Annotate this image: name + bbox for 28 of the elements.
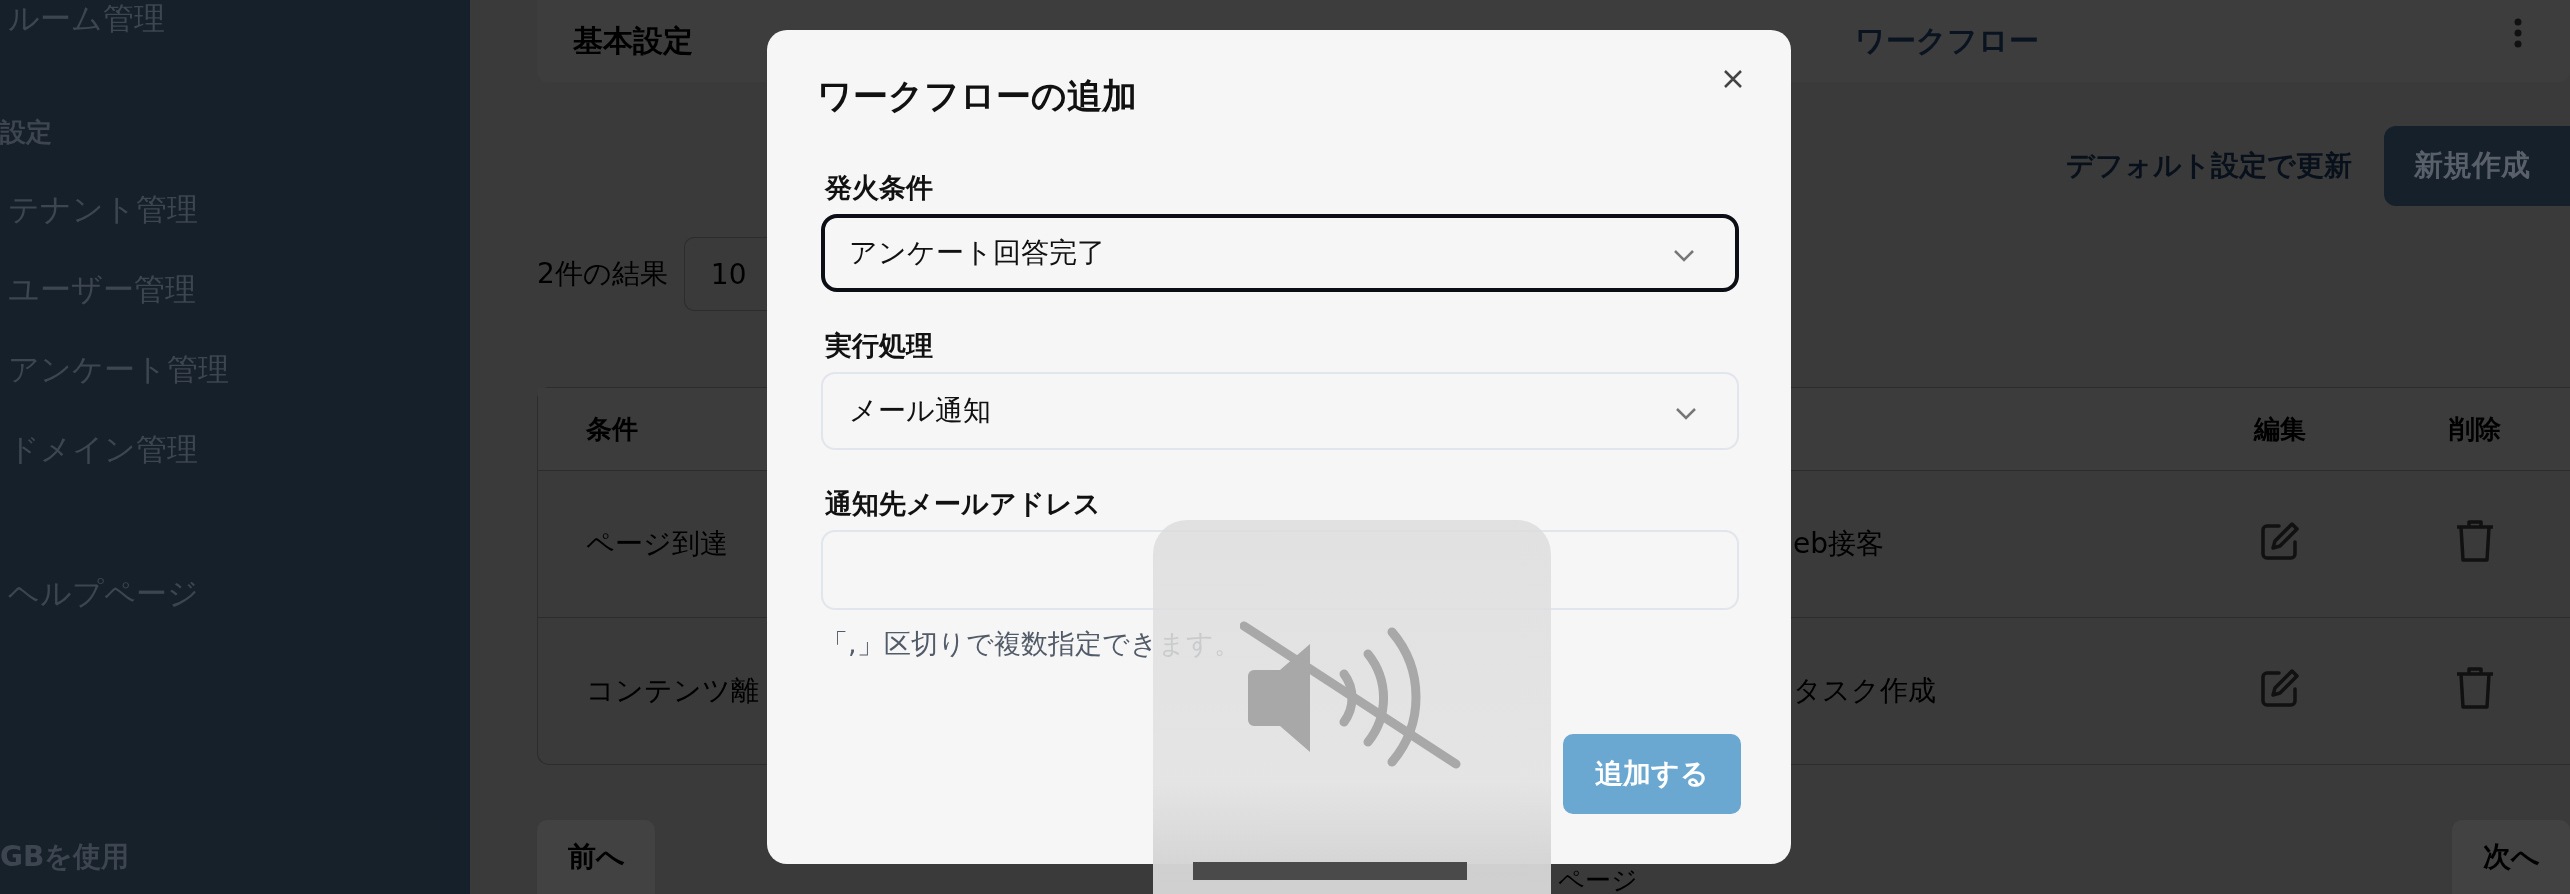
field-label: 通知先メールアドレス bbox=[825, 487, 1102, 521]
chevron-down-icon bbox=[1675, 406, 1697, 421]
trash-icon[interactable] bbox=[2454, 517, 2496, 564]
table-cell: タスク作成 bbox=[1793, 674, 1936, 707]
edit-icon[interactable] bbox=[2259, 519, 2301, 562]
prev-button[interactable]: 前へ bbox=[537, 820, 655, 894]
next-button[interactable]: 次へ bbox=[2452, 820, 2570, 894]
results-count: 2件の結果 bbox=[537, 256, 668, 292]
column-header: 条件 bbox=[586, 413, 638, 444]
submit-button[interactable]: 追加する bbox=[1563, 734, 1741, 814]
trash-icon[interactable] bbox=[2454, 664, 2496, 711]
close-icon[interactable] bbox=[1723, 69, 1743, 89]
dialog-title: ワークフローの追加 bbox=[817, 75, 1137, 118]
new-button[interactable]: 新規作成 bbox=[2384, 126, 2570, 206]
tab[interactable]: 基本設定 bbox=[537, 20, 729, 62]
more-options-icon[interactable] bbox=[2514, 18, 2522, 48]
table-cell: コンテンツ離 bbox=[586, 674, 759, 707]
field-label: 実行処理 bbox=[825, 329, 934, 363]
field-label: 発火条件 bbox=[825, 171, 934, 205]
select-field[interactable]: アンケート回答完了 bbox=[821, 214, 1739, 292]
select-field[interactable]: メール通知 bbox=[821, 372, 1739, 450]
column-header: 削除 bbox=[2449, 413, 2501, 444]
chevron-down-icon bbox=[1673, 248, 1695, 263]
table-cell: eb接客 bbox=[1793, 527, 1884, 560]
page-indicator: ページ bbox=[1558, 867, 1638, 894]
edit-icon[interactable] bbox=[2259, 666, 2301, 709]
column-header: 編集 bbox=[2254, 413, 2306, 444]
table-cell: ページ到達 bbox=[586, 527, 728, 560]
